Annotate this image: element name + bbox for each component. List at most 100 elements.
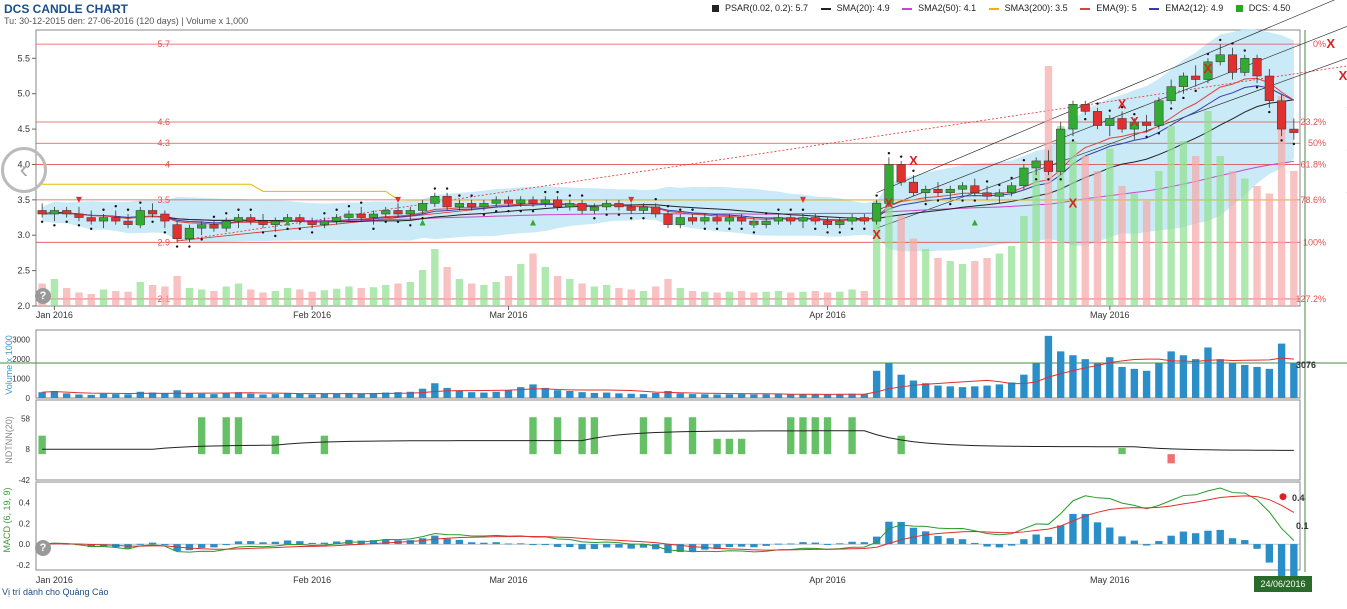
macd-histogram-bar: [504, 543, 513, 545]
candle-body: [368, 213, 379, 218]
ndtnn-bar: [848, 417, 856, 455]
candle-body: [442, 196, 452, 208]
legend-sma20[interactable]: SMA(20): 4.9: [820, 3, 890, 13]
legend-sma50[interactable]: SMA2(50): 4.1: [902, 3, 976, 13]
psar-dot: [225, 212, 228, 215]
psar-dot: [1206, 52, 1210, 56]
psar-dot: [286, 227, 289, 231]
x-tick-label: Jan 2016: [36, 575, 73, 585]
volume-bar: [247, 393, 255, 398]
psar-dot: [1194, 89, 1197, 93]
candle-body: [565, 203, 575, 208]
candle-chart-svg: Jan 2016 Jan 2016 Feb 2016 Feb 2016 Mar 2016…: [0, 0, 1347, 587]
candle-body: [258, 220, 268, 225]
psar-dot: [519, 209, 522, 213]
volume-bar: [1093, 363, 1102, 398]
price-volume-bar: [112, 291, 120, 306]
x-tick-label: May 2016: [1090, 310, 1130, 320]
volume-y-tick-label: 2000: [12, 355, 30, 364]
volume-bar: [197, 393, 206, 398]
price-volume-bar: [136, 282, 144, 306]
psar-dot: [801, 208, 805, 211]
candle-body: [945, 188, 955, 194]
macd-histogram-bar: [148, 542, 157, 545]
ndtnn-bar: [787, 417, 795, 455]
macd-histogram-bar: [541, 544, 549, 546]
legend-dcs-swatch: [1235, 5, 1243, 13]
psar-dot: [494, 209, 498, 213]
price-volume-bar: [247, 289, 255, 306]
macd-panel-frame: [35, 481, 1301, 571]
price-volume-bar: [406, 282, 414, 306]
macd-histogram-bar: [1020, 539, 1028, 545]
volume-bar: [75, 394, 83, 398]
psar-dot: [629, 217, 633, 220]
macd-histogram-bar: [799, 542, 807, 545]
legend-ema9[interactable]: EMA(9): 5: [1080, 3, 1137, 13]
legend-ema12[interactable]: EMA2(12): 4.9: [1149, 3, 1223, 13]
psar-dot: [1071, 139, 1075, 142]
psar-dot: [261, 231, 265, 234]
psar-dot: [556, 190, 559, 194]
candle-body: [589, 206, 599, 211]
legend-psar[interactable]: PSAR(0.02, 0.2): 5.7: [712, 3, 808, 13]
psar-dot: [703, 227, 707, 231]
psar-dot: [212, 215, 216, 219]
candle-body: [221, 220, 231, 229]
macd-histogram-bar: [1081, 513, 1089, 545]
price-volume-bar: [222, 286, 230, 306]
macd-histogram-bar: [922, 531, 930, 545]
macd-histogram-bar: [222, 544, 230, 546]
candle-body: [197, 224, 207, 229]
psar-dot: [421, 217, 424, 220]
macd-histogram-bar: [823, 543, 832, 545]
price-volume-bar: [332, 288, 341, 306]
y-tick-label: 2.0: [17, 301, 30, 311]
ndtnn-bar: [713, 438, 721, 455]
chevron-left-icon[interactable]: ‹: [1, 147, 47, 193]
help-icon[interactable]: ?: [35, 288, 51, 304]
ndtnn-y-tick-label: 8: [26, 445, 31, 454]
volume-bar: [124, 394, 132, 398]
candle-body: [74, 213, 84, 218]
volume-bar: [958, 387, 967, 398]
legend-dcs[interactable]: DCS: 4.50: [1235, 3, 1290, 13]
psar-dot: [580, 194, 584, 197]
ndtnn-bar: [725, 438, 734, 455]
candle-body: [270, 220, 280, 225]
legend-sma200[interactable]: SMA3(200): 3.5: [988, 3, 1068, 13]
candle-body: [822, 220, 833, 225]
candle-body: [847, 217, 857, 222]
price-volume-bar: [320, 290, 329, 306]
x-tick-label: Jan 2016: [36, 310, 73, 320]
candle-body: [859, 217, 869, 222]
volume-bar: [492, 391, 500, 398]
volume-bar: [467, 392, 476, 398]
chart-subtitle: Tu: 30-12-2015 den: 27-06-2016 (120 days…: [4, 16, 249, 26]
price-volume-bar: [1216, 156, 1224, 306]
macd-histogram-bar: [774, 543, 783, 545]
macd-y-tick-label: 0.4: [19, 499, 31, 508]
psar-dot: [568, 194, 572, 197]
signal-x-marker: X: [885, 195, 894, 210]
volume-bar: [725, 394, 734, 398]
candle-body: [467, 203, 477, 208]
candle-body: [184, 227, 194, 240]
macd-histogram-bar: [492, 542, 500, 545]
ndtnn-axis-title: NDTNN(20): [4, 416, 14, 464]
price-volume-bar: [897, 216, 905, 306]
ndtnn-bar: [897, 435, 905, 455]
y-tick-label: 3.0: [17, 230, 30, 240]
volume-bar: [737, 394, 746, 398]
psar-dot: [875, 194, 878, 197]
candle-body: [233, 217, 244, 222]
help-icon[interactable]: ?: [35, 540, 51, 556]
x-tick-label: Feb 2016: [293, 310, 331, 320]
fib-level-pct-label: 50%: [1308, 138, 1326, 148]
volume-bar: [946, 386, 954, 398]
price-volume-bar: [1118, 186, 1126, 306]
psar-dot: [764, 212, 768, 215]
price-volume-bar: [161, 286, 169, 306]
macd-histogram-bar: [1032, 534, 1040, 545]
candle-body: [675, 217, 685, 225]
